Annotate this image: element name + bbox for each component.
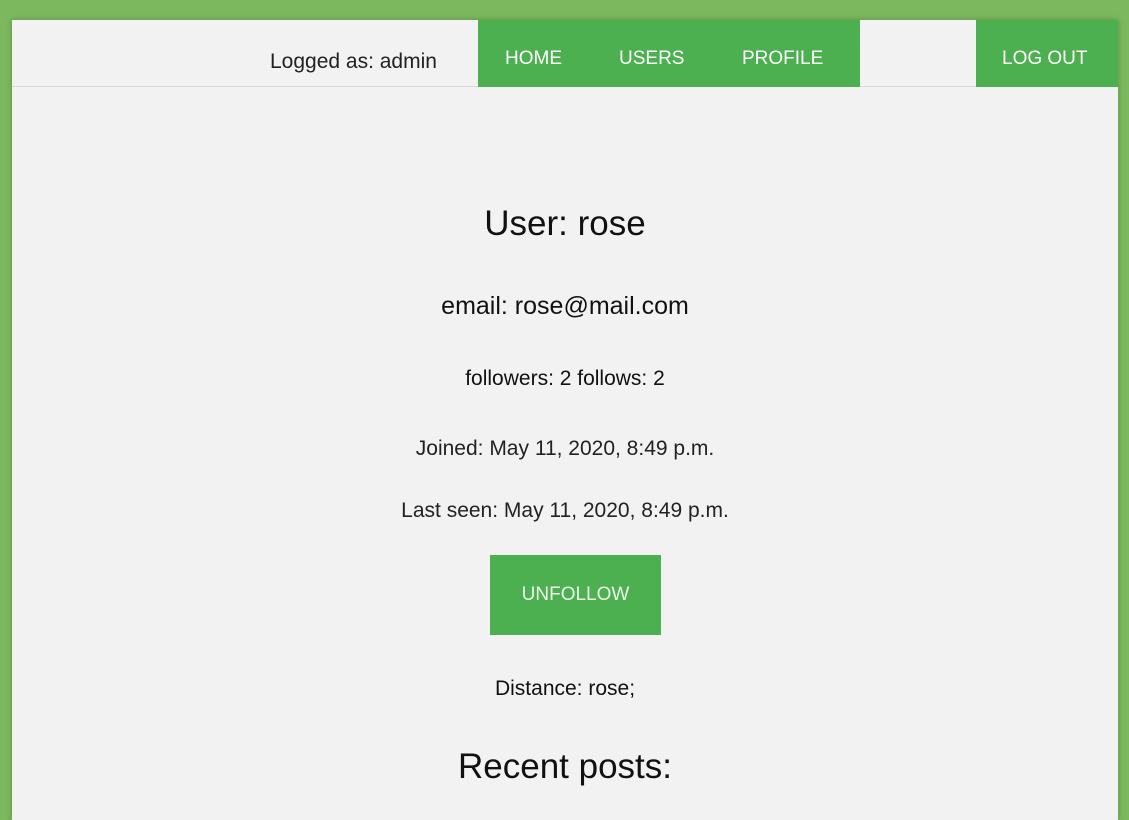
logout-button[interactable]: LOG OUT <box>976 20 1118 87</box>
top-navbar: Logged as: admin HOME USERS PROFILE LOG … <box>12 20 1118 87</box>
nav-home-link[interactable]: HOME <box>505 48 562 70</box>
nav-profile-link[interactable]: PROFILE <box>742 48 823 70</box>
user-email: email: rose@mail.com <box>441 292 689 320</box>
page-frame: Logged as: admin HOME USERS PROFILE LOG … <box>12 20 1118 820</box>
follow-counts: followers: 2 follows: 2 <box>465 367 665 390</box>
main-nav: HOME USERS PROFILE <box>478 20 860 87</box>
distance-text: Distance: rose; <box>494 677 636 700</box>
logged-as-label: Logged as: admin <box>270 50 437 73</box>
user-title: User: rose <box>484 204 646 243</box>
joined-date: Joined: May 11, 2020, 8:49 p.m. <box>415 437 715 460</box>
recent-posts-heading: Recent posts: <box>458 747 672 786</box>
last-seen-date: Last seen: May 11, 2020, 8:49 p.m. <box>401 499 729 522</box>
unfollow-button[interactable]: UNFOLLOW <box>490 555 661 635</box>
logout-label[interactable]: LOG OUT <box>1002 48 1088 70</box>
nav-users-link[interactable]: USERS <box>619 48 684 70</box>
